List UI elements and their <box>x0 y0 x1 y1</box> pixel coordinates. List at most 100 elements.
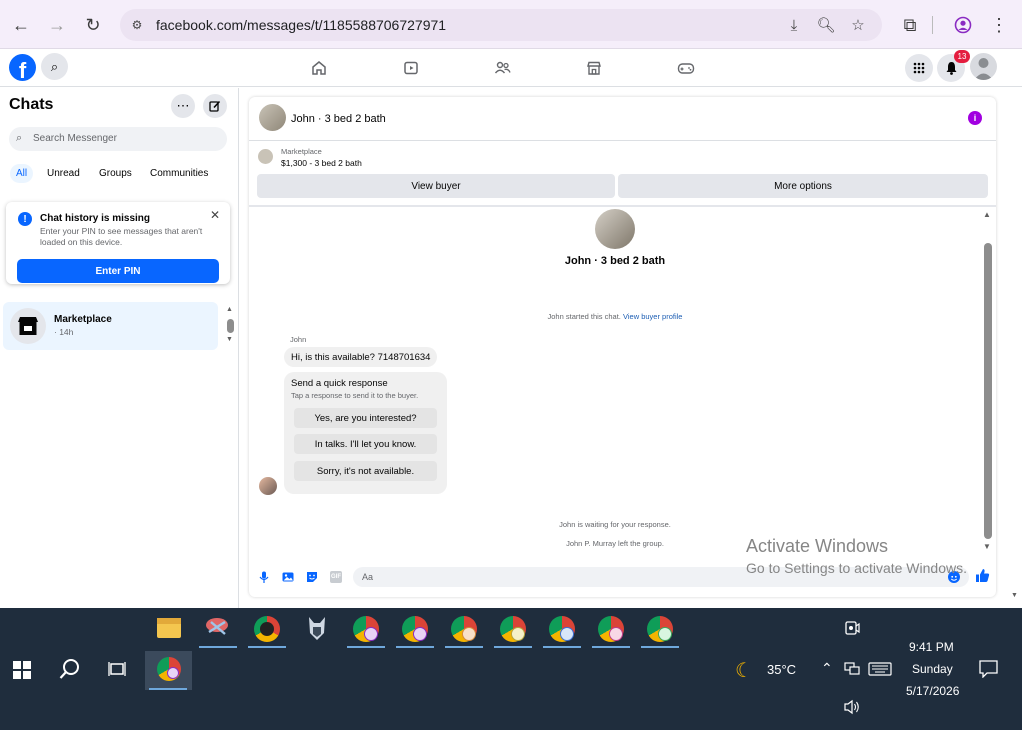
close-icon[interactable]: ✕ <box>210 208 220 222</box>
info-icon[interactable]: i <box>968 111 982 125</box>
snipping-tool-icon[interactable] <box>203 614 231 645</box>
chrome-profile-7-icon[interactable] <box>647 616 673 642</box>
account-avatar[interactable] <box>970 53 997 80</box>
quick-response-card: Send a quick response Tap a response to … <box>284 372 447 494</box>
active-indicator <box>149 688 187 690</box>
new-message-icon[interactable] <box>203 94 227 118</box>
extensions-icon[interactable]: ⧉ <box>897 12 923 38</box>
search-icon[interactable]: ⌕ <box>41 53 68 80</box>
message-sender: John <box>290 335 307 344</box>
chrome-profile-3-icon[interactable] <box>451 616 477 642</box>
chrome-profile-2-icon[interactable] <box>402 616 428 642</box>
scroll-up-arrow[interactable]: ▲ <box>226 306 233 313</box>
view-buyer-profile-link[interactable]: View buyer profile <box>623 312 682 321</box>
listing-title[interactable]: $1,300 - 3 bed 2 bath <box>281 158 362 168</box>
install-app-icon[interactable]: ⤓ <box>785 16 803 34</box>
alert-icon: ! <box>18 212 32 226</box>
messenger-search-input[interactable]: ⌕ Search Messenger <box>9 127 227 151</box>
marketplace-icon[interactable] <box>583 57 605 79</box>
filter-communities[interactable]: Communities <box>150 168 208 179</box>
weather-moon-icon[interactable]: ☾ <box>735 658 753 683</box>
sticker-icon[interactable] <box>306 571 318 583</box>
chat-scroll-thumb[interactable] <box>984 243 992 539</box>
filter-unread[interactable]: Unread <box>47 168 80 179</box>
buyer-avatar[interactable] <box>259 104 286 131</box>
friends-icon[interactable] <box>491 57 513 79</box>
keyboard-icon[interactable] <box>868 662 892 681</box>
header-divider <box>249 140 996 141</box>
quick-response-yes-button[interactable]: Yes, are you interested? <box>294 408 437 428</box>
filter-groups[interactable]: Groups <box>99 168 132 179</box>
clock-day[interactable]: Sunday <box>912 662 953 676</box>
center-buyer-avatar[interactable] <box>595 209 635 249</box>
photo-icon[interactable] <box>282 571 294 583</box>
activate-windows-title: Activate Windows <box>746 536 889 556</box>
chrome-profile-7-indicator <box>641 646 679 648</box>
profile-badge-icon <box>167 667 179 679</box>
quick-response-sorry-button[interactable]: Sorry, it's not available. <box>294 461 437 481</box>
active-chrome-taskbar-button[interactable] <box>145 651 192 690</box>
chat-scroll-up-arrow[interactable]: ▲ <box>983 210 991 219</box>
bookmark-star-icon[interactable]: ☆ <box>849 16 867 34</box>
home-icon[interactable] <box>308 57 330 79</box>
notification-center-icon[interactable] <box>979 660 998 683</box>
microphone-icon[interactable] <box>258 571 270 583</box>
sidebar-scroll-thumb[interactable] <box>227 319 234 333</box>
more-options-button[interactable]: More options <box>618 174 988 198</box>
reload-icon[interactable]: ↻ <box>80 12 106 38</box>
forward-arrow-icon[interactable]: → <box>44 12 70 38</box>
chrome-icon[interactable] <box>254 616 280 642</box>
sender-avatar <box>259 477 277 495</box>
task-view-icon[interactable] <box>108 660 126 683</box>
enter-pin-button[interactable]: Enter PIN <box>17 259 219 283</box>
address-bar[interactable]: ⚙ facebook.com/messages/t/11855887067279… <box>120 9 882 41</box>
chrome-profile-6-icon[interactable] <box>598 616 624 642</box>
url-text[interactable]: facebook.com/messages/t/1185588706727971 <box>156 17 446 33</box>
quick-response-talks-button[interactable]: In talks. I'll let you know. <box>294 434 437 454</box>
scroll-down-arrow[interactable]: ▼ <box>226 336 233 343</box>
quick-response-title: Send a quick response <box>291 378 388 389</box>
more-options-icon[interactable]: ⋯ <box>171 94 195 118</box>
chrome-profile-4-icon[interactable] <box>500 616 526 642</box>
chrome-profile-1-icon[interactable] <box>353 616 379 642</box>
message-bubble[interactable]: Hi, is this available? 7148701634 <box>284 347 438 367</box>
profile-icon[interactable] <box>950 12 976 38</box>
chat-header-name[interactable]: John · 3 bed 2 bath <box>291 113 386 125</box>
listing-divider <box>249 205 996 207</box>
conversation-item-marketplace[interactable]: Marketplace · 14h <box>3 302 218 350</box>
network-icon[interactable] <box>844 662 860 681</box>
notification-badge[interactable]: 13 <box>954 50 970 63</box>
meet-now-icon[interactable] <box>844 620 860 641</box>
chrome-profile-2-indicator <box>396 646 434 648</box>
zoom-icon[interactable]: 🔍︎ <box>816 16 835 34</box>
chrome-profile-5-icon[interactable] <box>549 616 575 642</box>
filter-all[interactable]: All <box>10 164 34 183</box>
taskbar-search-icon[interactable] <box>59 658 81 685</box>
site-settings-icon[interactable]: ⚙ <box>129 17 145 33</box>
chrome-indicator <box>248 646 286 648</box>
thumbs-up-icon[interactable] <box>975 568 990 586</box>
conversation-name: Marketplace <box>54 314 112 325</box>
menu-grid-icon[interactable] <box>905 54 933 82</box>
card-body: Enter your PIN to see messages that aren… <box>40 226 203 247</box>
back-arrow-icon[interactable]: ← <box>8 12 34 38</box>
chrome-profile-4-indicator <box>494 646 532 648</box>
gaming-icon[interactable] <box>675 57 697 79</box>
clock-date[interactable]: 5/17/2026 <box>906 684 959 698</box>
file-explorer-icon[interactable] <box>157 618 181 638</box>
weather-temperature[interactable]: 35°C <box>767 662 796 677</box>
video-icon[interactable] <box>400 57 422 79</box>
facebook-logo-letter: f <box>18 58 27 81</box>
view-buyer-button[interactable]: View buyer <box>257 174 615 198</box>
chat-scroll-down-arrow[interactable]: ▼ <box>983 542 991 551</box>
facebook-topbar: f ⌕ 13 <box>0 49 1022 87</box>
browser-menu-icon[interactable]: ⋮ <box>986 12 1012 38</box>
volume-icon[interactable] <box>843 699 861 720</box>
gif-icon[interactable]: GIF <box>330 571 342 583</box>
tray-chevron-up-icon[interactable]: ⌃ <box>821 660 833 677</box>
windows-start-icon[interactable] <box>13 661 31 684</box>
page-scroll-down-arrow[interactable]: ▼ <box>1011 592 1018 599</box>
clock-time[interactable]: 9:41 PM <box>909 640 954 654</box>
facebook-logo-icon[interactable]: f <box>9 54 36 81</box>
app-character-icon[interactable] <box>305 615 329 646</box>
